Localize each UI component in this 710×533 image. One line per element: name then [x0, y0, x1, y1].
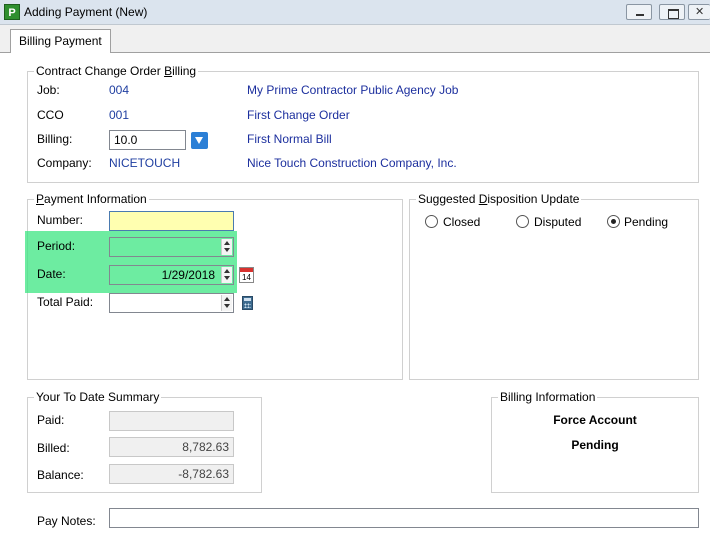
paid-label: Paid:: [37, 413, 65, 427]
period-spinner[interactable]: [221, 239, 232, 255]
company-code: NICETOUCH: [109, 156, 181, 170]
calendar-icon[interactable]: 14: [239, 267, 254, 283]
company-label: Company:: [37, 156, 92, 170]
balance-label: Balance:: [37, 468, 84, 482]
tab-strip: Billing Payment: [0, 25, 710, 54]
billing-lookup-arrow-icon[interactable]: [191, 132, 208, 149]
job-code: 004: [109, 83, 130, 97]
pay-notes-input[interactable]: [109, 508, 699, 528]
job-label: Job:: [37, 83, 60, 97]
billing-type: Force Account: [553, 413, 637, 427]
form-content: Contract Change Order Billing Job: 004 M…: [0, 53, 710, 533]
total-paid-label: Total Paid:: [37, 295, 94, 309]
tab-billing-payment[interactable]: Billing Payment: [10, 29, 111, 54]
date-input[interactable]: 1/29/2018: [109, 265, 234, 285]
period-label: Period:: [37, 239, 76, 253]
cco-code: 001: [109, 108, 130, 122]
title-bar: P Adding Payment (New): [0, 0, 710, 25]
date-label: Date:: [37, 267, 66, 281]
summary-legend: Your To Date Summary: [34, 390, 162, 404]
maximize-button[interactable]: [659, 4, 685, 20]
payment-info-legend: Payment Information: [34, 192, 149, 206]
billing-label: Billing:: [37, 132, 73, 146]
billed-label: Billed:: [37, 441, 70, 455]
total-paid-spinner[interactable]: [221, 295, 232, 311]
app-icon: P: [4, 4, 20, 20]
number-label: Number:: [37, 213, 84, 227]
radio-closed[interactable]: [425, 215, 438, 228]
balance-value: -8,782.63: [109, 464, 234, 484]
period-input[interactable]: [109, 237, 234, 257]
billing-status: Pending: [571, 438, 619, 452]
billing-information-legend: Billing Information: [498, 390, 598, 404]
date-value: 1/29/2018: [161, 268, 215, 282]
calculator-icon[interactable]: [242, 296, 253, 310]
date-spinner[interactable]: [221, 267, 232, 283]
minimize-button[interactable]: [626, 4, 652, 20]
radio-pending-label[interactable]: Pending: [624, 215, 668, 229]
pay-notes-label: Pay Notes:: [37, 514, 96, 528]
radio-disputed[interactable]: [516, 215, 529, 228]
close-button[interactable]: [688, 4, 710, 20]
company-name: Nice Touch Construction Company, Inc.: [247, 156, 457, 170]
cco-name: First Change Order: [247, 108, 350, 122]
radio-disputed-label[interactable]: Disputed: [534, 215, 581, 229]
billing-input[interactable]: 10.0: [109, 130, 186, 150]
total-paid-input[interactable]: [109, 293, 234, 313]
number-input[interactable]: [109, 211, 234, 231]
disposition-legend: Suggested Disposition Update: [416, 192, 582, 206]
window-title: Adding Payment (New): [24, 5, 148, 19]
radio-closed-label[interactable]: Closed: [443, 215, 480, 229]
job-name: My Prime Contractor Public Agency Job: [247, 83, 459, 97]
radio-pending[interactable]: [607, 215, 620, 228]
billed-value: 8,782.63: [109, 437, 234, 457]
cco-billing-legend: Contract Change Order Billing: [34, 64, 199, 78]
billing-name: First Normal Bill: [247, 132, 332, 146]
cco-label: CCO: [37, 108, 64, 122]
paid-value: [109, 411, 234, 431]
